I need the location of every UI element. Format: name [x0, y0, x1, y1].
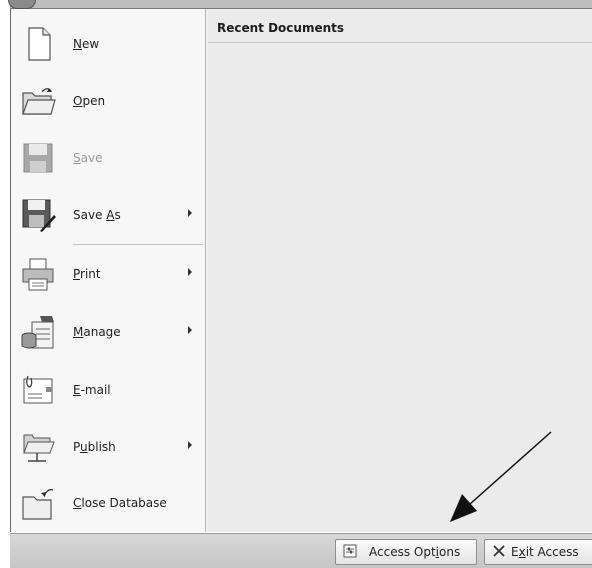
menu-item-label: Save As	[73, 208, 121, 222]
menu-item-save[interactable]: Save	[11, 133, 205, 183]
open-folder-icon	[22, 88, 56, 115]
submenu-arrow-icon	[188, 441, 192, 449]
office-menu-window: New Open Save Save As Print Manage E-mai…	[0, 0, 592, 568]
menu-item-label: New	[73, 37, 100, 51]
exit-access-button[interactable]: Exit Access	[484, 539, 592, 565]
menu-item-label: Print	[73, 267, 101, 281]
ribbon-top-strip	[10, 0, 592, 9]
save-as-icon	[22, 199, 56, 232]
menu-footer-bar: Access Options Exit Access	[10, 533, 592, 568]
menu-item-label: E-mail	[73, 383, 111, 397]
menu-item-publish[interactable]: Publish	[11, 422, 205, 472]
submenu-arrow-icon	[188, 268, 192, 276]
menu-item-label: Save	[73, 151, 103, 165]
menu-item-print[interactable]: Print	[11, 249, 205, 299]
submenu-arrow-icon	[188, 326, 192, 334]
new-document-icon	[28, 27, 51, 61]
close-x-icon	[493, 545, 505, 557]
menu-commands-column: New Open Save Save As Print Manage E-mai…	[11, 9, 206, 532]
access-options-label: Access Options	[369, 545, 461, 559]
menu-item-label: Publish	[73, 440, 116, 454]
menu-item-label: Close Database	[73, 496, 167, 510]
menu-item-email[interactable]: E-mail	[11, 365, 205, 415]
printer-icon	[22, 258, 54, 291]
close-database-icon	[22, 488, 54, 520]
submenu-arrow-icon	[188, 209, 192, 217]
recent-documents-panel: Recent Documents	[208, 9, 592, 532]
recent-documents-header: Recent Documents	[208, 9, 592, 43]
access-options-button[interactable]: Access Options	[335, 539, 477, 565]
menu-separator	[73, 244, 203, 245]
exit-access-label: Exit Access	[511, 545, 579, 559]
menu-item-label: Manage	[73, 325, 121, 339]
recent-documents-title: Recent Documents	[217, 21, 345, 35]
manage-icon	[21, 316, 54, 349]
menu-item-save-as[interactable]: Save As	[11, 190, 205, 240]
office-menu: New Open Save Save As Print Manage E-mai…	[10, 9, 592, 532]
options-icon	[343, 544, 357, 558]
menu-item-new[interactable]: New	[11, 19, 205, 69]
menu-item-open[interactable]: Open	[11, 76, 205, 126]
menu-item-manage[interactable]: Manage	[11, 307, 205, 357]
menu-item-label: Open	[73, 94, 106, 108]
email-icon	[23, 375, 53, 404]
save-icon	[23, 143, 53, 173]
menu-item-close-database[interactable]: Close Database	[11, 478, 205, 528]
publish-icon	[23, 434, 55, 462]
